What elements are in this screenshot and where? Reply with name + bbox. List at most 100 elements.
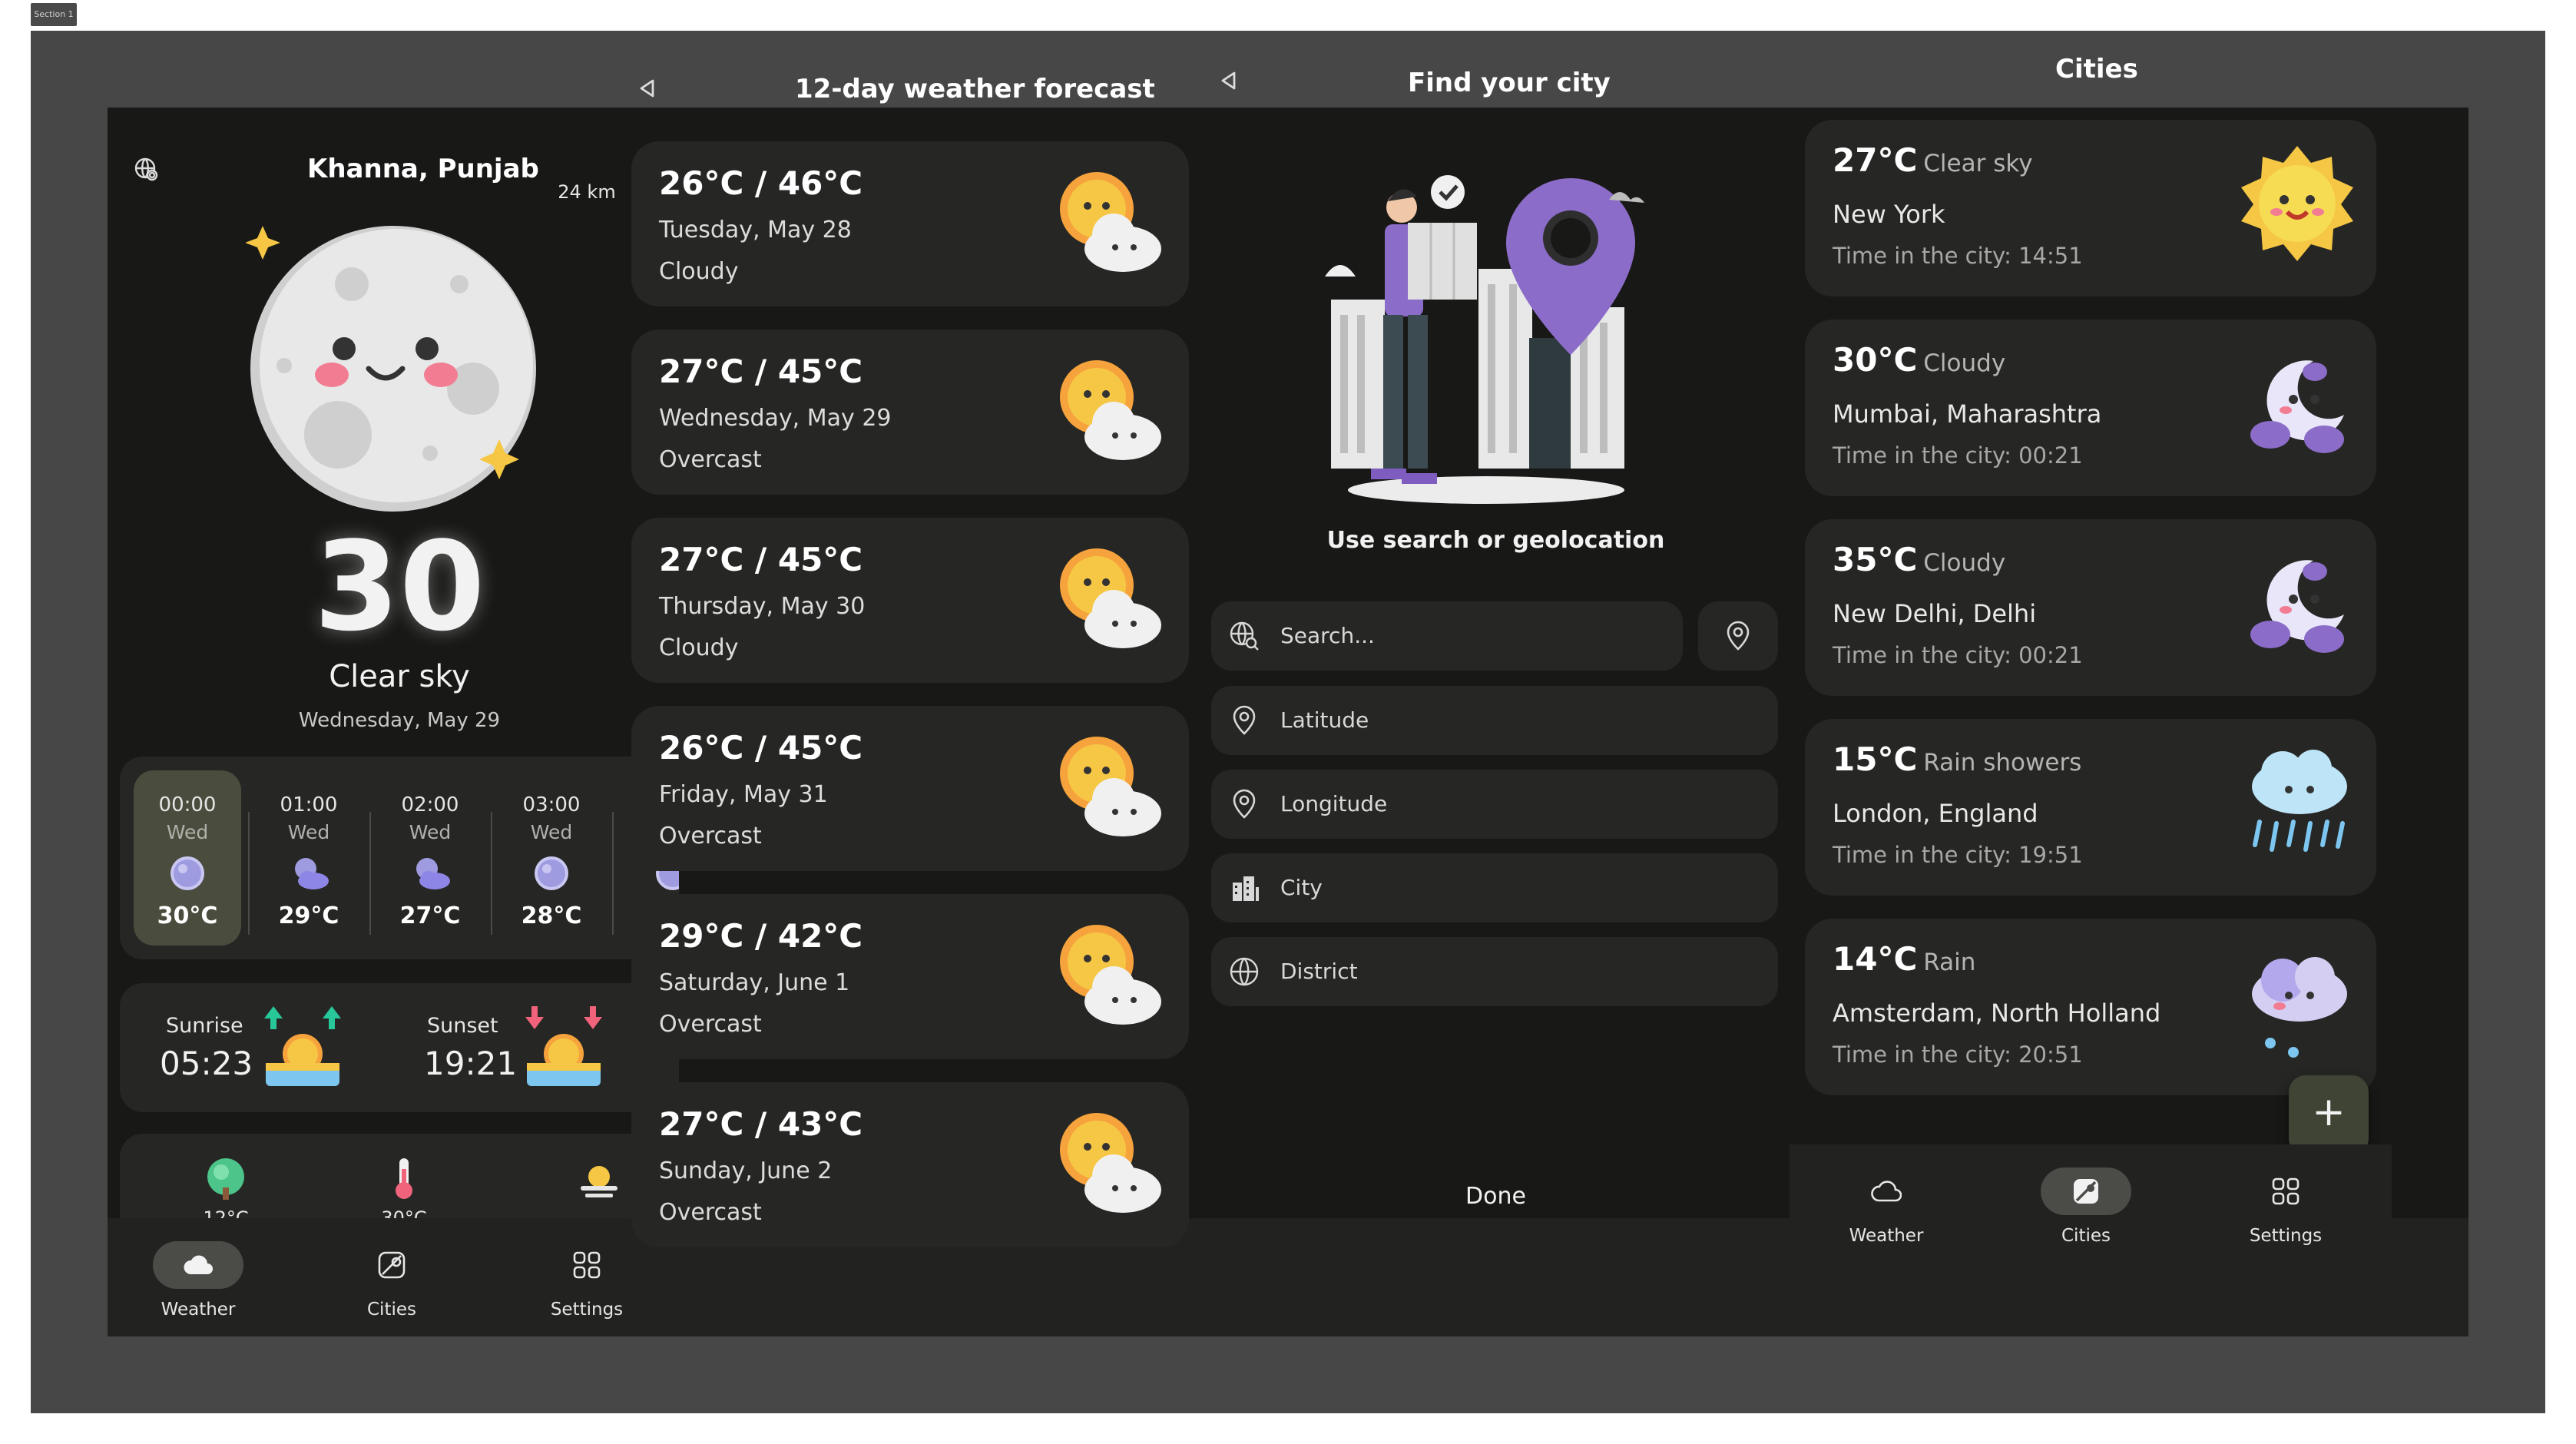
moon-cloud-icon xyxy=(2240,545,2355,664)
globe-location-icon[interactable] xyxy=(134,157,160,183)
forecast-condition: Overcast xyxy=(659,823,762,850)
forecast-day-card[interactable]: 26°C / 45°C Friday, May 31 Overcast xyxy=(631,706,1189,871)
city-temp-value: 15°C xyxy=(1833,740,1918,778)
hourly-forecast[interactable]: 00:00 Wed 30°C 01:00 Wed 29°C 02:00 Wed … xyxy=(120,757,679,959)
geolocation-button[interactable] xyxy=(1698,601,1778,671)
moon-illustration xyxy=(245,223,561,518)
city-condition: Cloudy xyxy=(1923,349,2006,377)
forecast-condition: Overcast xyxy=(659,446,762,473)
city-name: Amsterdam, North Holland xyxy=(1833,999,2161,1028)
hour-time: 00:00 xyxy=(158,793,217,816)
hour-temp: 30°C xyxy=(157,903,218,929)
grid-icon xyxy=(573,1251,601,1279)
forecast-temp: 29°C / 42°C xyxy=(659,917,863,955)
nav-weather[interactable]: Weather xyxy=(1809,1144,1963,1263)
sunset-time: 19:21 xyxy=(424,1045,518,1082)
city-temp-value: 35°C xyxy=(1833,541,1918,578)
location-pin-icon xyxy=(1233,789,1256,819)
longitude-field[interactable]: Longitude xyxy=(1211,770,1778,839)
nav-cities-pill[interactable] xyxy=(2041,1167,2131,1215)
cloud-icon xyxy=(1871,1181,1902,1202)
forecast-temp: 27°C / 43°C xyxy=(659,1105,863,1143)
city-card[interactable]: 27°C Clear sky New York Time in the city:… xyxy=(1805,120,2376,296)
moon-cloud-icon xyxy=(412,855,452,895)
location-pin-icon xyxy=(1233,705,1256,735)
nav-cities[interactable]: Cities xyxy=(2009,1144,2163,1263)
city-name: London, England xyxy=(1833,799,2038,828)
hour-divider xyxy=(248,812,250,935)
latitude-field[interactable]: Latitude xyxy=(1211,686,1778,755)
sun-visibility-icon xyxy=(579,1160,619,1203)
hour-item[interactable]: 02:00 Wed 27°C xyxy=(376,770,484,946)
hour-item[interactable]: 00:00 Wed 30°C xyxy=(134,770,241,946)
city-time: Time in the city: 00:21 xyxy=(1833,642,2083,668)
sunrise-label: Sunrise xyxy=(166,1014,243,1038)
back-icon[interactable] xyxy=(1219,71,1239,91)
nav-settings[interactable]: Settings xyxy=(2209,1144,2362,1263)
current-condition: Clear sky xyxy=(329,659,470,694)
city-placeholder: City xyxy=(1280,875,1323,900)
rain-showers-icon xyxy=(2240,745,2355,863)
forecast-day-card[interactable]: 27°C / 43°C Sunday, June 2 Overcast xyxy=(631,1082,1189,1247)
hour-divider xyxy=(369,812,371,935)
nav-cities[interactable]: Cities xyxy=(315,1218,469,1336)
city-time: Time in the city: 20:51 xyxy=(1833,1042,2083,1068)
forecast-day-card[interactable]: 27°C / 45°C Thursday, May 30 Cloudy xyxy=(631,518,1189,683)
cloud-icon xyxy=(184,1255,213,1274)
add-symbol: + xyxy=(2312,1089,2346,1135)
city-temp: 27°C Clear sky xyxy=(1833,141,2033,179)
forecast-day-card[interactable]: 27°C / 45°C Wednesday, May 29 Overcast xyxy=(631,330,1189,495)
district-field[interactable]: District xyxy=(1211,937,1778,1006)
nav-settings-pill[interactable] xyxy=(2240,1167,2331,1215)
hour-divider xyxy=(491,812,492,935)
forecast-title: 12-day weather forecast xyxy=(795,74,1155,104)
city-card[interactable]: 30°C Cloudy Mumbai, Maharashtra Time in t… xyxy=(1805,320,2376,496)
forecast-date: Wednesday, May 29 xyxy=(659,405,892,432)
forecast-condition: Cloudy xyxy=(659,634,739,661)
latitude-placeholder: Latitude xyxy=(1280,707,1369,733)
add-city-button[interactable]: + xyxy=(2289,1075,2369,1155)
nav-weather-pill[interactable] xyxy=(153,1241,243,1289)
nav-label: Cities xyxy=(367,1300,416,1320)
city-card[interactable]: 14°C Rain Amsterdam, North Holland Time i… xyxy=(1805,919,2376,1095)
nav-weather-pill[interactable] xyxy=(1841,1167,1932,1215)
hour-item[interactable]: 01:00 Wed 29°C xyxy=(255,770,363,946)
sun-icon xyxy=(2240,146,2355,264)
city-card[interactable]: 35°C Cloudy New Delhi, Delhi Time in the … xyxy=(1805,519,2376,696)
buildings-icon xyxy=(1233,876,1259,901)
city-field[interactable]: City xyxy=(1211,853,1778,922)
forecast-screen: 12-day weather forecast 26°C / 46°C Tues… xyxy=(614,31,1202,1260)
sunrise-icon xyxy=(263,1006,343,1089)
cities-screen: Cities 27°C Clear sky New York Time in th… xyxy=(1790,31,2392,1260)
nav-label: Settings xyxy=(2249,1226,2323,1246)
sun-cloud-icon xyxy=(1054,164,1166,280)
forecast-date: Friday, May 31 xyxy=(659,781,828,808)
forecast-date: Tuesday, May 28 xyxy=(659,217,852,243)
city-card[interactable]: 15°C Rain showers London, England Time in… xyxy=(1805,719,2376,896)
forecast-day-card[interactable]: 26°C / 46°C Tuesday, May 28 Cloudy xyxy=(631,141,1189,306)
map-icon xyxy=(2074,1179,2098,1204)
city-condition: Rain xyxy=(1923,949,1976,976)
hour-time: 02:00 xyxy=(401,793,459,816)
nav-weather[interactable]: Weather xyxy=(121,1218,275,1336)
back-icon[interactable] xyxy=(637,78,657,98)
hour-time: 01:00 xyxy=(280,793,338,816)
section-label: Section 1 xyxy=(31,3,77,26)
sun-cloud-icon xyxy=(1054,729,1166,844)
city-condition: Rain showers xyxy=(1923,749,2082,777)
city-temp-value: 30°C xyxy=(1833,341,1918,379)
forecast-date: Sunday, June 2 xyxy=(659,1158,833,1184)
city-condition: Clear sky xyxy=(1923,150,2033,177)
forecast-temp: 27°C / 45°C xyxy=(659,541,863,578)
search-field[interactable]: Search... xyxy=(1211,601,1683,671)
forecast-temp: 26°C / 45°C xyxy=(659,729,863,767)
sunset-label: Sunset xyxy=(427,1014,498,1038)
done-button[interactable]: Done xyxy=(1202,1183,1790,1210)
globe-icon xyxy=(1230,957,1259,986)
city-temp: 15°C Rain showers xyxy=(1833,740,2081,778)
hour-item[interactable]: 03:00 Wed 28°C xyxy=(498,770,605,946)
nav-label: Weather xyxy=(1849,1226,1924,1246)
nav-cities-pill[interactable] xyxy=(346,1241,437,1289)
hour-divider xyxy=(612,812,614,935)
forecast-day-card[interactable]: 29°C / 42°C Saturday, June 1 Overcast xyxy=(631,894,1189,1059)
